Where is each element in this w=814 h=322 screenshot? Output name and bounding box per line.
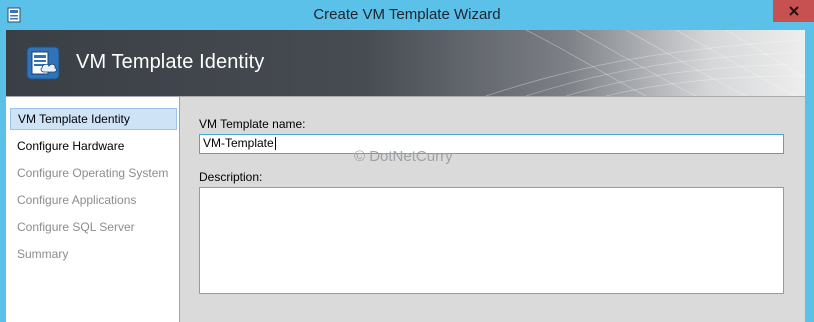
close-icon: [788, 6, 799, 16]
vm-template-icon: [26, 46, 60, 80]
watermark: © DotNetCurry: [354, 148, 453, 165]
text-caret: [274, 137, 276, 151]
nav-step-vm-template-identity[interactable]: VM Template Identity: [10, 108, 177, 130]
template-name-label: VM Template name:: [199, 117, 306, 131]
nav-step-configure-operating-system: Configure Operating System: [17, 166, 169, 180]
template-name-value: VM-Template: [203, 136, 274, 150]
nav-step-summary: Summary: [17, 247, 69, 261]
close-button[interactable]: [773, 0, 814, 22]
window-title: Create VM Template Wizard: [313, 6, 501, 23]
description-textarea[interactable]: [199, 187, 784, 294]
nav-step-configure-sql-server: Configure SQL Server: [17, 220, 135, 234]
description-label: Description:: [199, 170, 263, 184]
nav-step-configure-hardware[interactable]: Configure Hardware: [10, 135, 177, 157]
wizard-steps-nav: VM Template Identity Configure Hardware …: [6, 97, 180, 322]
title-bar[interactable]: Create VM Template Wizard: [0, 0, 814, 30]
header-banner: VM Template Identity: [6, 30, 805, 96]
template-name-input[interactable]: VM-Template: [199, 134, 784, 154]
wizard-window: Create VM Template Wizard VM Template Id…: [0, 0, 814, 322]
window-border-right: [805, 30, 814, 322]
page-title: VM Template Identity: [76, 51, 265, 73]
nav-step-configure-applications: Configure Applications: [17, 193, 137, 207]
form-panel: VM Template name: VM-Template © DotNetCu…: [180, 97, 805, 322]
